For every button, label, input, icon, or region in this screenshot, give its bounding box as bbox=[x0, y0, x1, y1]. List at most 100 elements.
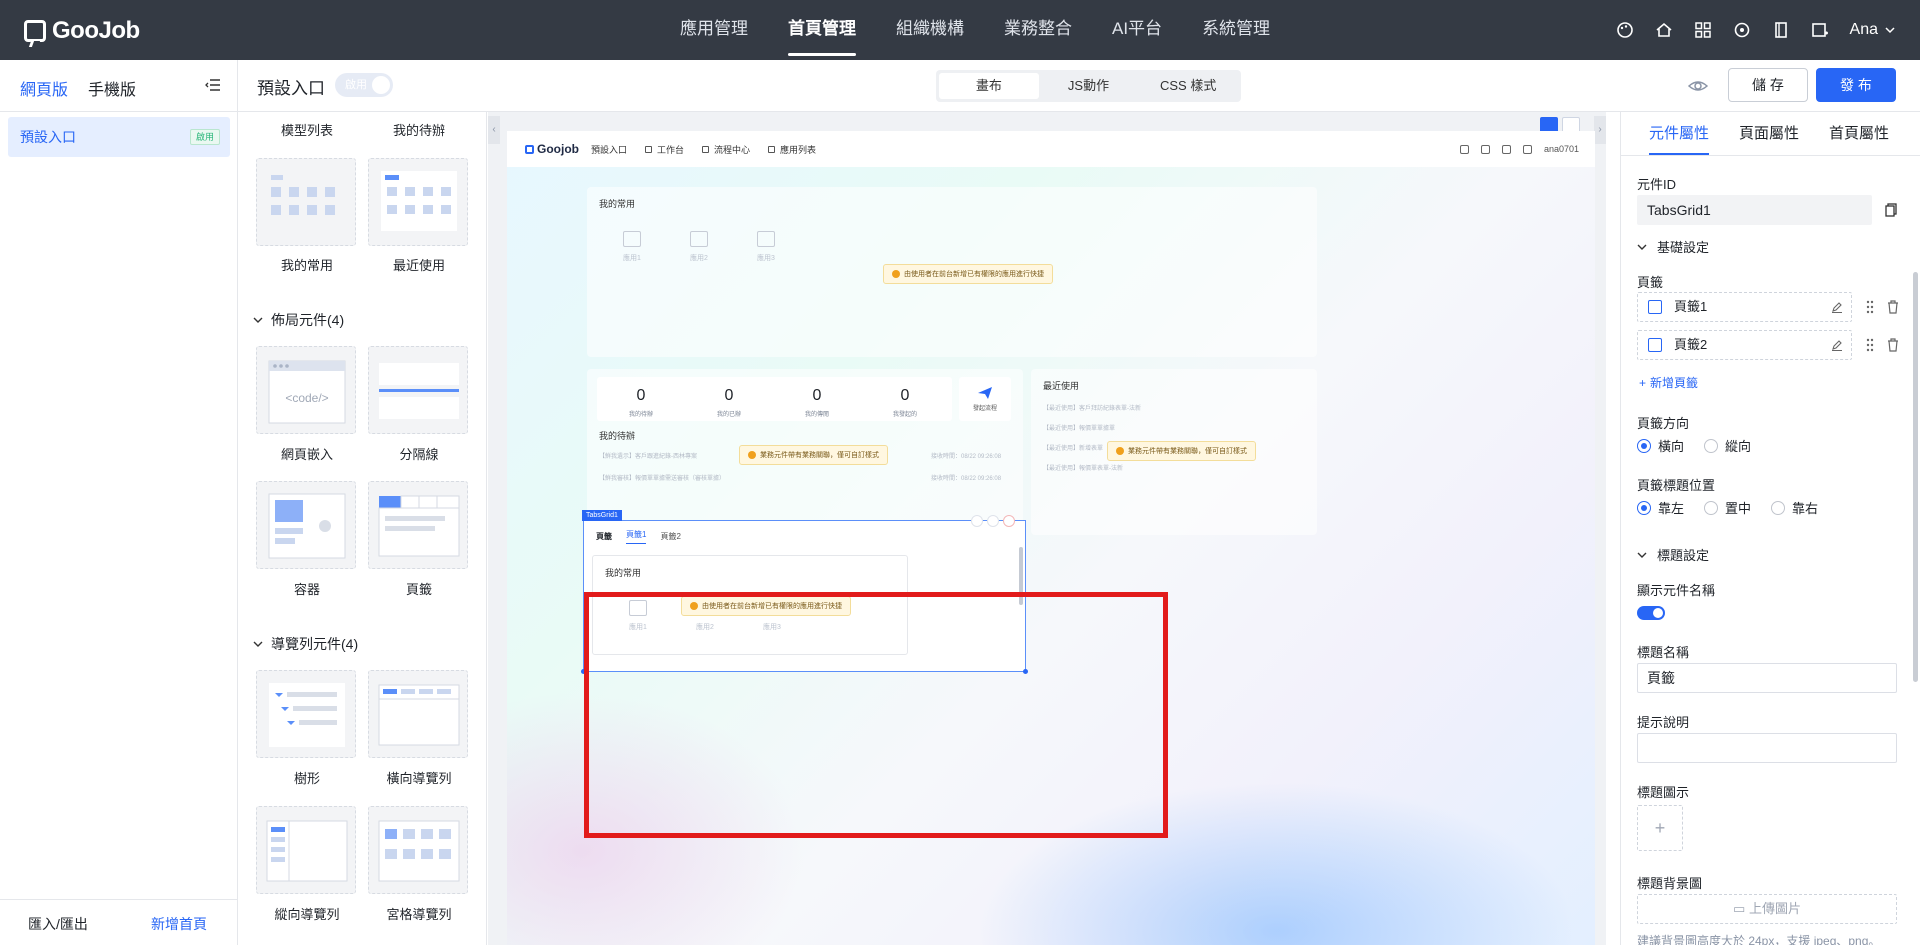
scrollbar[interactable] bbox=[1913, 272, 1918, 682]
section-basic-settings[interactable]: 基礎設定 bbox=[1637, 237, 1709, 256]
book-icon[interactable] bbox=[1772, 21, 1790, 39]
section-navigation-components[interactable]: 導覽列元件(4) bbox=[253, 634, 358, 654]
add-home-button[interactable]: 新增首頁 bbox=[151, 914, 207, 934]
top-icon-group: Ana bbox=[1616, 0, 1896, 60]
tab-item-2[interactable]: 頁籤2 bbox=[660, 531, 680, 542]
component-horizontal-nav[interactable] bbox=[368, 670, 468, 758]
tabs-grid-component[interactable]: TabsGrid1 頁籤 頁籤1 頁籤2 我的常用 應用1 應用2 應用3 由使… bbox=[581, 510, 1028, 674]
tab-web[interactable]: 網頁版 bbox=[20, 76, 69, 117]
component-id-field[interactable]: TabsGrid1 bbox=[1637, 195, 1872, 225]
nav-app-management[interactable]: 應用管理 bbox=[660, 0, 768, 60]
grid-icon[interactable] bbox=[1694, 21, 1712, 39]
enable-toggle[interactable]: 啟用 bbox=[335, 73, 393, 97]
page-item-1[interactable]: 頁籤1 bbox=[1637, 292, 1852, 322]
radio-left[interactable]: 靠左 bbox=[1637, 498, 1684, 517]
monitor-icon[interactable] bbox=[1459, 144, 1469, 154]
copy-icon[interactable] bbox=[971, 515, 983, 527]
tab-js-action[interactable]: JS動作 bbox=[1039, 73, 1139, 99]
save-button[interactable]: 儲 存 bbox=[1728, 68, 1808, 102]
preview-eye-icon[interactable] bbox=[1688, 76, 1708, 96]
tab-canvas[interactable]: 畫布 bbox=[939, 73, 1039, 99]
nav-ai-platform[interactable]: AI平台 bbox=[1092, 0, 1182, 60]
edit-icon[interactable] bbox=[1831, 339, 1843, 351]
publish-button[interactable]: 發 布 bbox=[1816, 68, 1896, 102]
my-todo-widget[interactable]: 0 我的待辦 0 我的已辦 0 我的傳閱 0 我發起的 發起流程 我的待辦 【鮮我遺示】… bbox=[587, 369, 1023, 535]
drag-handle-icon[interactable] bbox=[1865, 300, 1875, 314]
edit-icon[interactable] bbox=[1831, 301, 1843, 313]
delete-icon[interactable] bbox=[1003, 515, 1015, 527]
section-title-settings[interactable]: 標題設定 bbox=[1637, 545, 1709, 564]
component-my-common[interactable] bbox=[256, 158, 356, 246]
nav-organization[interactable]: 組織機構 bbox=[876, 0, 984, 60]
sidebar-item-default-entry[interactable]: 預設入口 啟用 bbox=[8, 117, 230, 157]
component-recent[interactable] bbox=[368, 158, 468, 246]
code-placeholder-text: <code/> bbox=[285, 391, 329, 405]
user-settings-icon[interactable] bbox=[1811, 21, 1829, 39]
component-tree[interactable] bbox=[256, 670, 356, 758]
more-icon[interactable] bbox=[987, 515, 999, 527]
component-tabs[interactable] bbox=[368, 481, 468, 569]
component-grid-nav[interactable] bbox=[368, 806, 468, 894]
radio-right[interactable]: 靠右 bbox=[1771, 498, 1818, 517]
nav-system-management[interactable]: 系統管理 bbox=[1182, 0, 1290, 60]
bell-icon[interactable] bbox=[1480, 144, 1490, 154]
tab-home-props[interactable]: 首頁屬性 bbox=[1829, 112, 1889, 155]
preview-user[interactable]: ana0701 bbox=[1544, 144, 1579, 154]
collapse-right-icon[interactable]: › bbox=[1594, 116, 1606, 144]
delete-icon[interactable] bbox=[1887, 338, 1899, 352]
resize-handle[interactable] bbox=[581, 669, 586, 674]
tab-component-props[interactable]: 元件屬性 bbox=[1649, 112, 1710, 155]
hint-input[interactable] bbox=[1637, 733, 1897, 763]
preview-nav-workbench[interactable]: 工作台 bbox=[645, 143, 684, 156]
my-common-widget[interactable]: 我的常用 應用1 應用2 應用3 由使用者在前台新增已有權限的應用進行快捷 bbox=[587, 187, 1317, 357]
radio-vertical[interactable]: 縱向 bbox=[1704, 436, 1751, 455]
support-icon[interactable] bbox=[1501, 144, 1511, 154]
import-export-button[interactable]: 匯入/匯出 bbox=[28, 914, 88, 934]
user-menu[interactable]: Ana bbox=[1850, 21, 1896, 39]
add-page-label: 新增頁籤 bbox=[1650, 376, 1699, 390]
title-icon-label: 標題圖示 bbox=[1637, 785, 1690, 800]
bg-image-hint: 建議背景圖高度大於 24px，支援 jpeg、png。 bbox=[1637, 934, 1881, 945]
recent-widget[interactable]: 最近使用 【最近使用】客戶拜訪紀錄表單-法新 【最近使用】報價單單據單 【最近使… bbox=[1031, 369, 1317, 535]
show-name-switch[interactable] bbox=[1637, 606, 1665, 620]
app-logo[interactable]: GooJob bbox=[24, 17, 140, 45]
preview-nav-default[interactable]: 預設入口 bbox=[591, 143, 627, 156]
todo-item: 【鮮我審核】報價單單據需送審核（審核單據） bbox=[599, 476, 726, 482]
tab-item-1[interactable]: 頁籤1 bbox=[626, 529, 647, 544]
recent-item: 【最近使用】新增表單 bbox=[1043, 446, 1104, 452]
preview-nav-process[interactable]: 流程中心 bbox=[702, 143, 750, 156]
tab-page-props[interactable]: 頁面屬性 bbox=[1739, 112, 1799, 155]
tab-css-style[interactable]: CSS 樣式 bbox=[1138, 73, 1238, 99]
preview-nav-apps[interactable]: 應用列表 bbox=[768, 143, 816, 156]
component-vertical-nav[interactable] bbox=[256, 806, 356, 894]
title-name-input[interactable]: 頁籤 bbox=[1637, 663, 1897, 693]
start-flow-button[interactable]: 發起流程 bbox=[959, 377, 1011, 421]
scrollbar[interactable] bbox=[1019, 547, 1023, 605]
component-label: 我的常用 bbox=[280, 258, 333, 273]
upload-image-button[interactable]: ▭ 上傳圖片 bbox=[1637, 894, 1897, 924]
add-page-button[interactable]: + 新增頁籤 bbox=[1639, 374, 1698, 391]
book-icon[interactable] bbox=[1522, 144, 1532, 154]
nav-home-management[interactable]: 首頁管理 bbox=[768, 0, 876, 60]
resize-handle[interactable] bbox=[1023, 669, 1028, 674]
add-icon-button[interactable]: + bbox=[1637, 805, 1683, 851]
palette-icon[interactable] bbox=[1616, 21, 1634, 39]
component-web-embed[interactable]: <code/> bbox=[256, 346, 356, 434]
collapse-left-icon[interactable]: ‹ bbox=[488, 116, 500, 144]
component-container[interactable] bbox=[256, 481, 356, 569]
radio-center[interactable]: 置中 bbox=[1704, 498, 1751, 517]
chart-icon bbox=[623, 231, 641, 247]
image-icon: ▭ bbox=[1733, 901, 1749, 916]
nav-business-integration[interactable]: 業務整合 bbox=[984, 0, 1092, 60]
section-layout-components[interactable]: 佈局元件(4) bbox=[253, 310, 344, 330]
radio-horizontal[interactable]: 橫向 bbox=[1637, 436, 1684, 455]
component-divider[interactable] bbox=[368, 346, 468, 434]
collapse-menu-icon[interactable] bbox=[205, 77, 221, 93]
home-icon[interactable] bbox=[1655, 21, 1673, 39]
copy-icon[interactable] bbox=[1885, 203, 1897, 217]
page-item-2[interactable]: 頁籤2 bbox=[1637, 330, 1852, 360]
drag-handle-icon[interactable] bbox=[1865, 338, 1875, 352]
delete-icon[interactable] bbox=[1887, 300, 1899, 314]
tab-mobile[interactable]: 手機版 bbox=[88, 76, 136, 100]
support-icon[interactable] bbox=[1733, 21, 1751, 39]
